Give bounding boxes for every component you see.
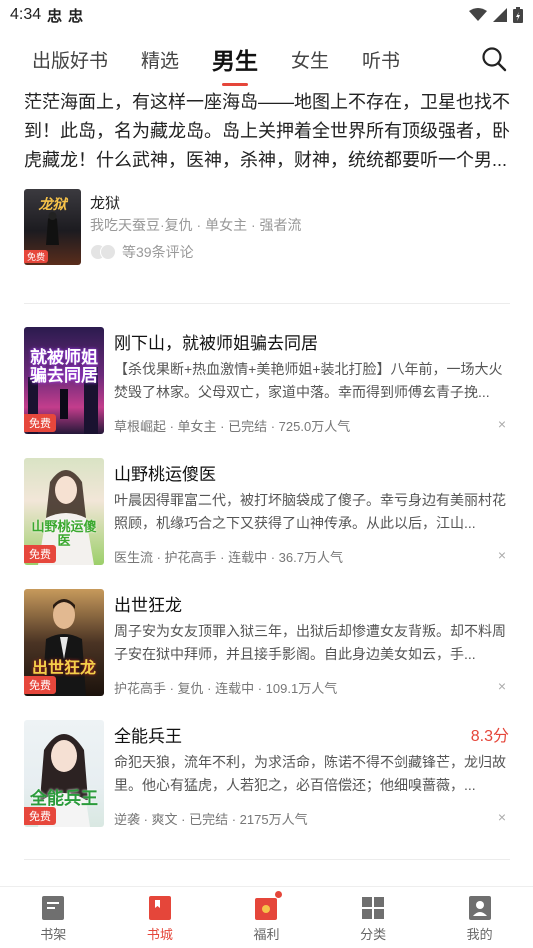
book-title[interactable]: 全能兵王 bbox=[114, 722, 182, 747]
nav-profile[interactable]: 我的 bbox=[426, 887, 533, 948]
list-item[interactable]: 全能兵王 免费 全能兵王 8.3分 命犯天狼，流年不利，为求活命，陈诺不得不剑藏… bbox=[0, 720, 533, 832]
featured-synopsis: 茫茫海面上，有这样一座海岛——地图上不存在，卫星也找不到！此岛，名为藏龙岛。岛上… bbox=[24, 92, 510, 170]
category-icon bbox=[362, 897, 385, 919]
book-description: 命犯天狼，流年不利，为求活命，陈诺不得不剑藏锋芒，龙归故里。他心有猛虎，人若犯之… bbox=[114, 754, 506, 793]
book-title[interactable]: 出世狂龙 bbox=[114, 591, 182, 616]
nav-bookshelf[interactable]: 书架 bbox=[0, 887, 107, 948]
free-badge: 免费 bbox=[24, 545, 56, 563]
book-cover[interactable]: 全能兵王 免费 bbox=[24, 720, 104, 827]
free-badge: 免费 bbox=[24, 807, 56, 825]
status-notification-glyph: 忠 bbox=[68, 7, 84, 25]
list-item[interactable]: 就被师姐骗去同居 免费 刚下山，就被师姐骗去同居 【杀伐果断+热血激情+美艳师姐… bbox=[0, 327, 533, 439]
tab-female[interactable]: 女生 bbox=[291, 46, 329, 73]
featured-meta: 我吃天蚕豆·复仇 · 单女主 · 强者流 bbox=[90, 217, 302, 233]
book-title[interactable]: 刚下山，就被师姐骗去同居 bbox=[114, 329, 318, 354]
search-icon[interactable] bbox=[479, 44, 509, 74]
book-cover[interactable]: 山野桃运傻医 免费 bbox=[24, 458, 104, 565]
list-item[interactable]: 出世狂龙 免费 出世狂龙 周子安为女友顶罪入狱三年，出狱后却惨遭女友背叛。却不料… bbox=[0, 589, 533, 701]
top-tabs: 出版好书 精选 男生 女生 听书 bbox=[0, 34, 533, 84]
book-meta: 逆袭 · 爽文 · 已完结 · 2175万人气 bbox=[114, 812, 308, 827]
status-notification-glyph: 忠 bbox=[47, 7, 63, 25]
book-meta: 草根崛起 · 单女主 · 已完结 · 725.0万人气 bbox=[114, 419, 351, 434]
nav-welfare[interactable]: 福利 bbox=[213, 887, 320, 948]
featured-comments[interactable]: 等39条评论 bbox=[90, 242, 194, 262]
book-description: 【杀伐果断+热血激情+美艳师姐+装北打脸】八年前，一场大火焚毁了林家。父母双亡，… bbox=[114, 361, 503, 400]
book-cover[interactable]: 出世狂龙 免费 bbox=[24, 589, 104, 696]
nav-label: 书城 bbox=[146, 927, 173, 942]
dismiss-icon[interactable]: × bbox=[498, 416, 506, 432]
book-title[interactable]: 山野桃运傻医 bbox=[114, 460, 216, 485]
status-icons bbox=[469, 7, 523, 23]
status-time: 4:34 bbox=[10, 6, 42, 23]
bookstore-icon bbox=[148, 896, 171, 920]
divider bbox=[24, 303, 510, 304]
nav-label: 我的 bbox=[466, 927, 493, 942]
featured-cover[interactable]: 龙狱 免费 bbox=[24, 189, 81, 265]
dismiss-icon[interactable]: × bbox=[498, 547, 506, 563]
featured-book[interactable]: 茫茫海面上，有这样一座海岛——地图上不存在，卫星也找不到！此岛，名为藏龙岛。岛上… bbox=[0, 84, 533, 306]
signal-icon bbox=[493, 8, 507, 22]
tab-publish[interactable]: 出版好书 bbox=[32, 46, 108, 73]
profile-icon bbox=[468, 896, 491, 920]
tab-male[interactable]: 男生 bbox=[212, 42, 258, 76]
notification-dot bbox=[275, 891, 283, 898]
nav-label: 分类 bbox=[360, 927, 387, 942]
cover-title-art: 全能兵王 bbox=[30, 789, 98, 808]
dismiss-icon[interactable]: × bbox=[498, 678, 506, 694]
book-description: 周子安为女友顶罪入狱三年，出狱后却惨遭女友背叛。却不料周子安在狱中拜师，并且接手… bbox=[114, 623, 506, 662]
featured-title[interactable]: 龙狱 bbox=[90, 192, 120, 213]
dismiss-icon[interactable]: × bbox=[498, 809, 506, 825]
free-badge: 免费 bbox=[24, 250, 49, 263]
nav-bookstore[interactable]: 书城 bbox=[107, 887, 214, 948]
tab-featured[interactable]: 精选 bbox=[141, 46, 179, 73]
comment-count: 等39条评论 bbox=[122, 244, 194, 260]
list-item[interactable]: 山野桃运傻医 免费 山野桃运傻医 叶晨因得罪富二代，被打坏脑袋成了傻子。幸亏身边… bbox=[0, 458, 533, 570]
free-badge: 免费 bbox=[24, 414, 56, 432]
divider bbox=[24, 859, 510, 860]
battery-icon bbox=[513, 7, 523, 23]
cover-title-art: 就被师姐骗去同居 bbox=[30, 348, 98, 385]
book-meta: 护花高手 · 复仇 · 连载中 · 109.1万人气 bbox=[114, 681, 338, 696]
nav-label: 书架 bbox=[40, 927, 67, 942]
tab-audiobook[interactable]: 听书 bbox=[362, 46, 400, 73]
avatar bbox=[100, 244, 116, 260]
book-cover[interactable]: 就被师姐骗去同居 免费 bbox=[24, 327, 104, 434]
wifi-icon bbox=[469, 8, 487, 21]
bookshelf-icon bbox=[42, 896, 65, 920]
book-description: 叶晨因得罪富二代，被打坏脑袋成了傻子。幸亏身边有美丽村花照顾，机缘巧合之下又获得… bbox=[114, 492, 506, 531]
book-score: 8.3分 bbox=[470, 728, 509, 745]
status-bar: 4:34 忠 忠 bbox=[0, 0, 533, 30]
book-meta: 医生流 · 护花高手 · 连载中 · 36.7万人气 bbox=[114, 550, 343, 565]
bottom-nav: 书架 书城 福利 分类 我的 bbox=[0, 886, 533, 948]
cover-title-art: 山野桃运傻医 bbox=[31, 519, 97, 548]
gift-icon bbox=[255, 898, 278, 920]
nav-label: 福利 bbox=[253, 927, 280, 942]
free-badge: 免费 bbox=[24, 676, 56, 694]
nav-category[interactable]: 分类 bbox=[320, 887, 427, 948]
